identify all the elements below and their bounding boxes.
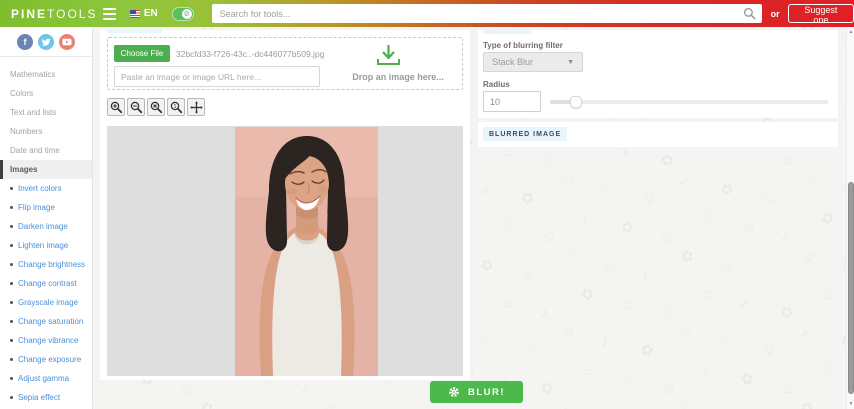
tool-link-change-vibrance[interactable]: Change vibrance xyxy=(0,331,92,350)
blur-button[interactable]: BLUR! xyxy=(430,381,523,403)
tool-link-change-saturation[interactable]: Change saturation xyxy=(0,312,92,331)
sidebar-item-text-and-lists[interactable]: Text and lists xyxy=(0,103,92,122)
tool-link-lighten-image[interactable]: Lighten image xyxy=(0,236,92,255)
suggest-one-button[interactable]: Suggest one xyxy=(787,4,854,25)
scrollbar-down-arrow[interactable]: ▼ xyxy=(847,400,854,408)
pinetools-blur-image-page: ♡☺♪✿♨♡☺♪✿♨♡☺♪✿♨♡☺♪✿♨✿♨♡☺♪✿♨♡☺♪✿♨♡☺♪✿♨♡☺♪… xyxy=(0,0,854,409)
twitter-bird-icon xyxy=(41,38,51,46)
radius-input[interactable] xyxy=(483,91,541,112)
zoom-out-button[interactable] xyxy=(127,98,145,116)
bullet xyxy=(10,358,13,361)
page-scrollbar[interactable]: ▲ ▼ xyxy=(846,27,854,409)
bullet xyxy=(10,187,13,190)
scrollbar-up-arrow[interactable]: ▲ xyxy=(847,28,854,36)
image-url-input[interactable] xyxy=(114,66,320,87)
sidebar: f Mathematics Colors Text and lists Numb… xyxy=(0,27,93,409)
image-dropzone[interactable]: Choose File 32bcfd33-f726-43c..-dc446077… xyxy=(107,37,463,90)
selected-filename: 32bcfd33-f726-43c..-dc446077b509.jpg xyxy=(176,49,325,59)
drop-hint-label: Drop an image here... xyxy=(352,72,444,82)
filter-select-value: Stack Blur xyxy=(492,57,534,67)
tool-link-change-brightness[interactable]: Change brightness xyxy=(0,255,92,274)
choose-file-button[interactable]: Choose File xyxy=(114,45,170,62)
zoom-actual-size-button[interactable]: 1 xyxy=(167,98,185,116)
options-card: Type of blurring filter Stack Blur ▼ Rad… xyxy=(478,30,838,118)
slider-track[interactable] xyxy=(550,100,828,104)
sidebar-item-date-and-time[interactable]: Date and time xyxy=(0,141,92,160)
tool-link-darken-image[interactable]: Darken image xyxy=(0,217,92,236)
slider-thumb[interactable] xyxy=(570,96,582,108)
original-image-viewer[interactable] xyxy=(107,126,463,376)
original-image-card: Choose File 32bcfd33-f726-43c..-dc446077… xyxy=(100,30,470,380)
zoom-in-button[interactable] xyxy=(107,98,125,116)
tool-link-change-exposure[interactable]: Change exposure xyxy=(0,350,92,369)
download-arrow-icon xyxy=(375,42,402,73)
youtube-button[interactable] xyxy=(59,34,75,50)
tool-link-adjust-gamma[interactable]: Adjust gamma xyxy=(0,369,92,388)
scrollbar-thumb[interactable] xyxy=(848,182,854,394)
blurred-image-section: BLURRED IMAGE xyxy=(478,122,838,147)
bullet xyxy=(10,206,13,209)
bullet xyxy=(10,339,13,342)
bullet xyxy=(10,225,13,228)
bullet xyxy=(10,396,13,399)
zoom-reset-button[interactable] xyxy=(147,98,165,116)
radius-label: Radius xyxy=(483,80,510,89)
clipped-options-pill xyxy=(483,30,531,34)
original-image-preview xyxy=(235,127,378,376)
bullet xyxy=(10,282,13,285)
bullet xyxy=(10,301,13,304)
toggle-knob-gear-icon: ⚙ xyxy=(181,8,192,19)
sidebar-item-mathematics[interactable]: Mathematics xyxy=(0,65,92,84)
or-label: or xyxy=(770,8,780,19)
clipped-section-pill xyxy=(107,30,162,33)
filter-select[interactable]: Stack Blur ▼ xyxy=(483,52,583,72)
svg-text:1: 1 xyxy=(173,104,176,110)
theme-toggle[interactable]: ⚙ xyxy=(171,6,194,21)
blur-button-label: BLUR! xyxy=(467,386,506,398)
sidebar-divider xyxy=(0,56,92,57)
language-label[interactable]: EN xyxy=(144,8,158,19)
us-flag-icon[interactable] xyxy=(130,9,140,18)
gear-icon xyxy=(449,387,459,397)
tool-link-invert-colors[interactable]: Invert colors xyxy=(0,179,92,198)
bullet xyxy=(10,377,13,380)
bullet xyxy=(10,320,13,323)
youtube-icon xyxy=(62,38,72,46)
pan-tool-button[interactable] xyxy=(187,98,205,116)
tool-link-change-contrast[interactable]: Change contrast xyxy=(0,274,92,293)
logo-text-bold: PINE xyxy=(11,6,48,21)
sidebar-item-numbers[interactable]: Numbers xyxy=(0,122,92,141)
facebook-button[interactable]: f xyxy=(17,34,33,50)
sidebar-item-colors[interactable]: Colors xyxy=(0,84,92,103)
search-icon[interactable] xyxy=(743,7,756,25)
bullet xyxy=(10,244,13,247)
top-header-bar: PINETOOLS EN ⚙ or Suggest one xyxy=(0,0,854,27)
twitter-button[interactable] xyxy=(38,34,54,50)
logo-text-light: TOOLS xyxy=(47,6,98,21)
search-input[interactable] xyxy=(211,4,762,24)
pinetools-logo[interactable]: PINE TOOLS xyxy=(0,7,97,21)
blurred-image-heading: BLURRED IMAGE xyxy=(483,127,568,141)
tool-link-grayscale-image[interactable]: Grayscale image xyxy=(0,293,92,312)
sidebar-item-images[interactable]: Images xyxy=(0,160,92,179)
tool-link-flip-image[interactable]: Flip image xyxy=(0,198,92,217)
filter-type-label: Type of blurring filter xyxy=(483,41,563,50)
facebook-icon: f xyxy=(23,37,27,47)
radius-slider[interactable] xyxy=(550,96,828,108)
bullet xyxy=(10,263,13,266)
zoom-toolbar: 1 xyxy=(107,98,205,116)
hamburger-menu-icon[interactable] xyxy=(103,7,117,20)
chevron-down-icon: ▼ xyxy=(567,58,574,66)
tool-link-sepia-effect[interactable]: Sepia effect xyxy=(0,388,92,407)
